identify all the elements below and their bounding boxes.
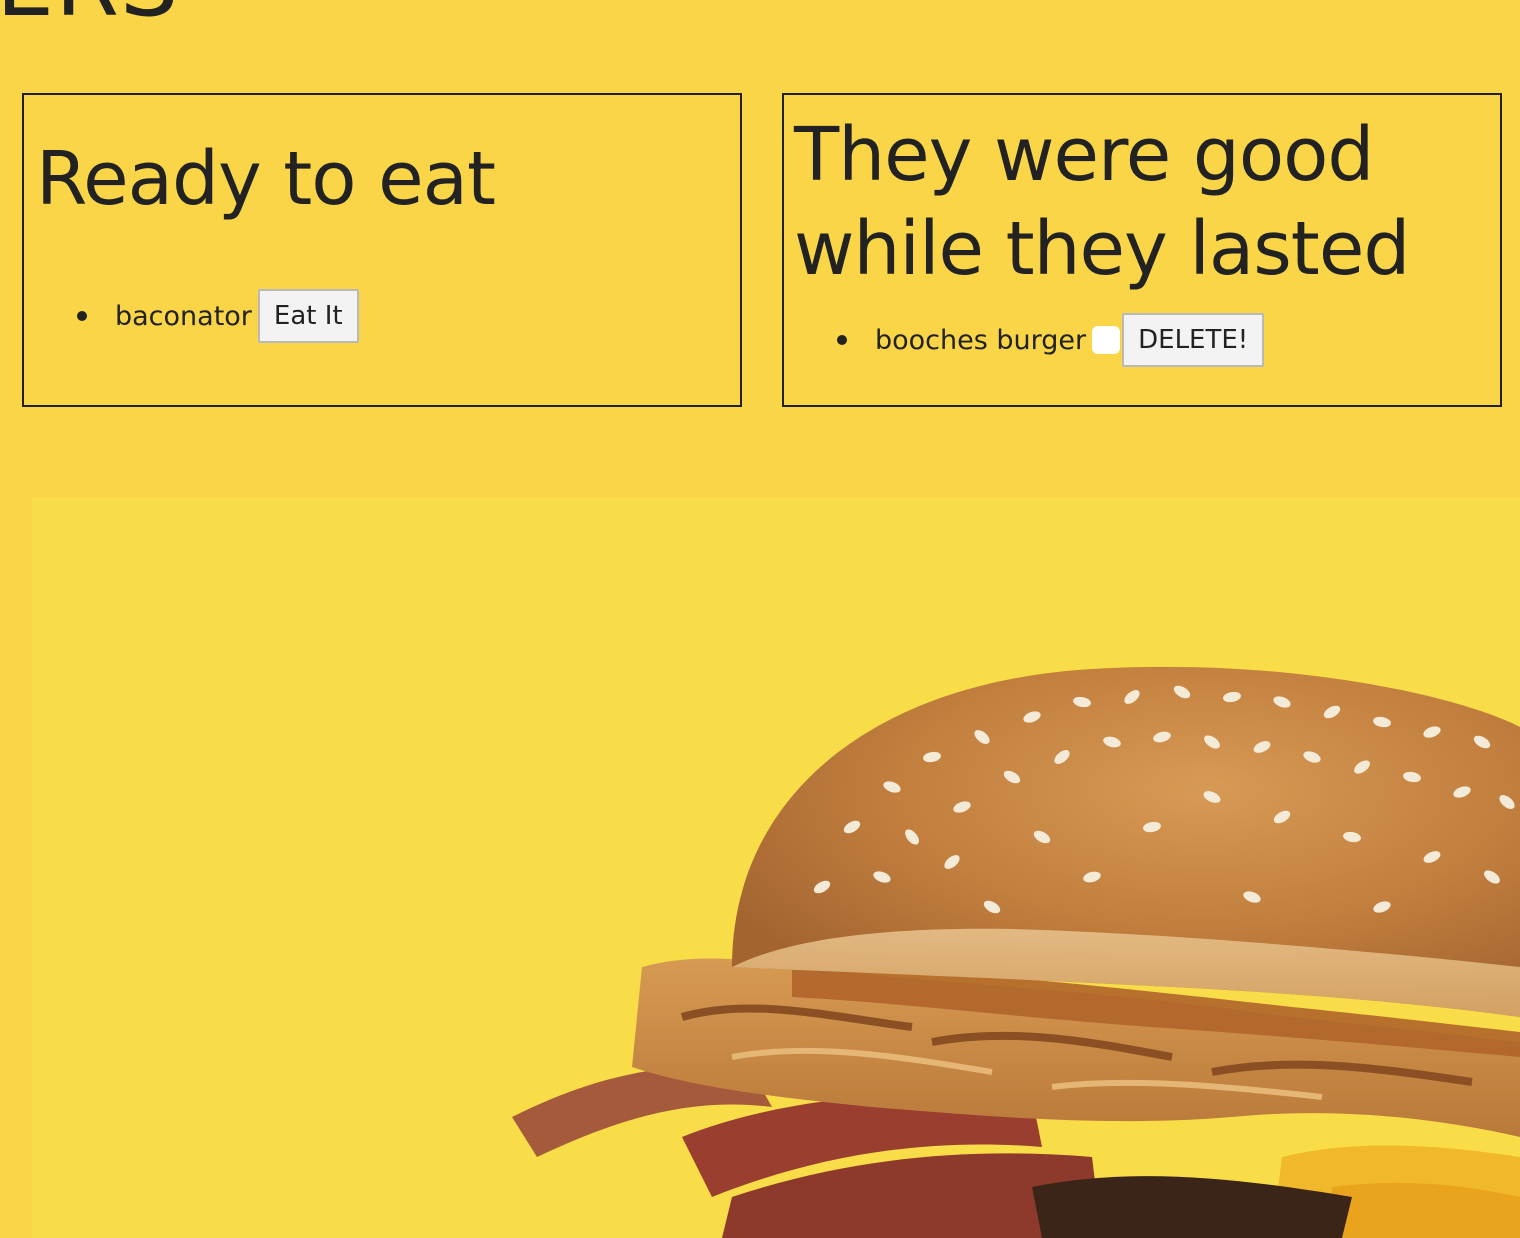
- page: ERS Ready to eat baconator Eat It They w…: [0, 0, 1520, 1238]
- ready-to-eat-list: baconator Eat It: [77, 289, 359, 343]
- burger-name: baconator: [115, 300, 252, 332]
- eat-it-button[interactable]: Eat It: [257, 289, 359, 343]
- ready-to-eat-panel: Ready to eat baconator Eat It: [22, 93, 742, 407]
- ready-to-eat-heading: Ready to eat: [36, 136, 496, 222]
- bullet-icon: [837, 335, 847, 345]
- eaten-panel: They were good while they lasted booches…: [782, 93, 1502, 407]
- page-title: ERS: [0, 0, 179, 30]
- eaten-list: booches burger DELETE!: [837, 313, 1265, 367]
- burger-name: booches burger: [875, 324, 1087, 356]
- list-item: booches burger DELETE!: [837, 313, 1265, 367]
- delete-button[interactable]: DELETE!: [1122, 313, 1265, 367]
- burger-photo-icon: [512, 666, 1520, 1238]
- burger-image: [32, 497, 1520, 1238]
- eaten-heading: They were good while they lasted: [794, 112, 1410, 292]
- bullet-icon: [77, 311, 87, 321]
- eaten-checkbox[interactable]: [1092, 326, 1121, 354]
- list-item: baconator Eat It: [77, 289, 359, 343]
